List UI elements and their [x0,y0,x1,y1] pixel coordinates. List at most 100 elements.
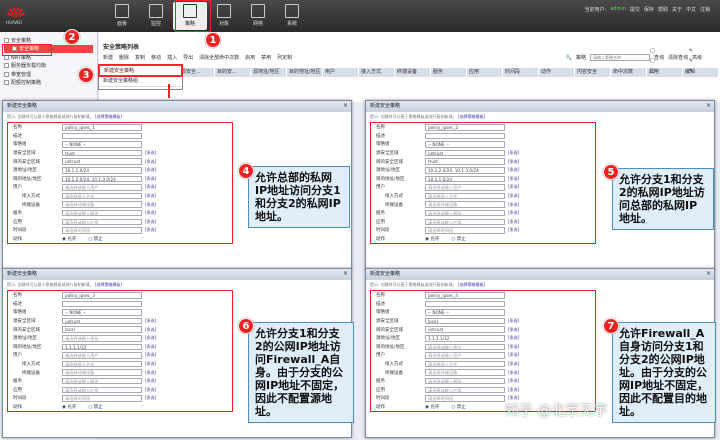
field-input[interactable] [425,132,505,140]
multi-select-link[interactable]: [多选] [145,352,156,358]
field-input[interactable]: 请选择或输入用户 [62,184,142,191]
template-link[interactable]: [选择策略模板] [95,282,122,287]
column-header[interactable]: 应用 [467,68,503,77]
column-header[interactable]: 动作 [539,68,575,77]
toolbar-button[interactable]: 移动 [151,54,161,61]
field-input[interactable] [425,300,505,308]
field-input[interactable]: 10.1.2.0/24, 10.1.3.0/24 [425,167,505,174]
multi-select-link[interactable]: [多选] [508,202,519,208]
field-input[interactable]: 请选择接入方式 [425,192,505,200]
field-input[interactable]: 请选择接入方式 [62,360,142,368]
field-input[interactable] [62,300,142,308]
column-header[interactable]: 命中次数 [611,68,647,77]
field-input[interactable]: 请选择时间段 [62,227,142,234]
multi-select-link[interactable]: [多选] [145,387,156,393]
multi-select-link[interactable]: [多选] [145,327,156,333]
multi-select-link[interactable]: [多选] [508,344,519,350]
field-input[interactable]: -- NONE -- [62,141,142,148]
nav-dashboard[interactable]: 面板 [105,2,139,30]
multi-select-link[interactable]: [多选] [508,227,519,233]
multi-select-link[interactable]: [多选] [145,193,156,199]
column-header[interactable]: 时间段 [503,68,539,77]
field-input[interactable]: trust [425,158,505,165]
field-input[interactable]: 请选择时间段 [425,395,505,402]
field-input[interactable]: 请选择或输入地址 [62,335,142,342]
multi-select-link[interactable]: [多选] [508,387,519,393]
nav-object[interactable]: 对象 [207,2,241,30]
field-input[interactable]: 请选择或输入应用 [425,386,505,394]
multi-select-link[interactable]: [多选] [145,370,156,376]
field-input[interactable]: untrust [62,158,142,165]
column-header[interactable]: 源地址/地区 [251,68,287,77]
edit-icon[interactable]: ✎ [689,58,693,68]
field-input[interactable]: 请选择或输入地址 [425,343,505,351]
language-select[interactable]: 中文 [686,6,696,13]
close-icon[interactable]: × [706,270,711,277]
toolbar-button[interactable]: 删除 [119,54,129,61]
logout-link[interactable]: 注销 [700,6,710,13]
field-input[interactable]: 请选择或输入应用 [62,386,142,394]
field-input[interactable]: 请选择时间段 [425,227,505,234]
column-header[interactable]: 服务 [431,68,467,77]
menu-new-policy-group[interactable]: 新建安全策略组 [99,76,182,87]
advanced-button[interactable]: 高级 [692,54,702,61]
multi-select-link[interactable]: [多选] [508,159,519,165]
field-input[interactable]: 1.1.1.1/32 [62,343,142,351]
field-input[interactable]: untrust [62,317,142,325]
multi-select-link[interactable]: [多选] [145,219,156,225]
field-input[interactable]: trust [62,149,142,157]
field-input[interactable]: 1.1.1.1/32 [425,335,505,342]
multi-select-link[interactable]: [多选] [145,361,156,367]
multi-select-link[interactable]: [多选] [145,335,156,341]
multi-select-link[interactable]: [多选] [508,219,519,225]
multi-select-link[interactable]: [多选] [145,227,156,233]
multi-select-link[interactable]: [多选] [508,327,519,333]
field-input[interactable]: policy_ipsec_4 [425,292,505,299]
multi-select-link[interactable]: [多选] [508,361,519,367]
commit-link[interactable]: 提交 [630,6,640,13]
action-radio[interactable]: ◉ 允许 ○ 禁止 [425,404,466,410]
multi-select-link[interactable]: [多选] [508,193,519,199]
enable-checkbox[interactable]: □ [650,58,655,68]
multi-select-link[interactable]: [多选] [508,318,519,324]
save-link[interactable]: 保存 [644,6,654,13]
column-header[interactable]: 接入方式 [359,68,395,77]
toolbar-button[interactable]: 导出 [183,54,193,61]
toolbar-button[interactable]: 启用 [245,54,255,61]
nav-monitor[interactable]: 监控 [139,2,173,30]
field-input[interactable]: untrust [425,326,505,333]
column-header[interactable]: 目的地址/地区 [287,68,323,77]
nav-system[interactable]: 系统 [275,2,309,30]
field-input[interactable]: 请选择终端设备 [425,369,505,376]
multi-select-link[interactable]: [多选] [145,159,156,165]
edit-icon[interactable]: ✎ [689,48,693,58]
multi-select-link[interactable]: [多选] [508,378,519,384]
field-input[interactable]: 请选择终端设备 [62,201,142,208]
field-input[interactable]: -- NONE -- [425,141,505,148]
field-input[interactable] [62,132,142,140]
column-header[interactable]: 用户 [323,68,359,77]
field-input[interactable]: 请选择或输入用户 [425,352,505,359]
multi-select-link[interactable]: [多选] [145,184,156,190]
field-input[interactable]: 请选择终端设备 [425,201,505,208]
toolbar-button[interactable]: 禁用 [261,54,271,61]
enable-checkbox[interactable]: □ [650,68,655,78]
field-input[interactable]: 请选择终端设备 [62,369,142,376]
toolbar-button[interactable]: 插入 [167,54,177,61]
action-radio[interactable]: ◉ 允许 ○ 禁止 [62,236,103,242]
field-input[interactable]: untrust [425,149,505,157]
action-radio[interactable]: ◉ 允许 ○ 禁止 [62,404,103,410]
field-input[interactable]: 请选择或输入应用 [425,218,505,226]
edit-icon[interactable]: ✎ [689,68,693,78]
template-link[interactable]: [选择策略模板] [458,282,485,287]
multi-select-link[interactable]: [多选] [508,167,519,173]
field-input[interactable]: 请选择或输入用户 [425,184,505,191]
toolbar-button[interactable]: 清除全部命中次数 [199,54,239,61]
multi-select-link[interactable]: [多选] [508,184,519,190]
field-input[interactable]: 请选择或输入服务 [62,377,142,385]
field-input[interactable]: 请选择接入方式 [62,192,142,200]
multi-select-link[interactable]: [多选] [508,150,519,156]
field-input[interactable]: 请选择接入方式 [425,360,505,368]
multi-select-link[interactable]: [多选] [145,344,156,350]
field-input[interactable]: local [62,326,142,333]
